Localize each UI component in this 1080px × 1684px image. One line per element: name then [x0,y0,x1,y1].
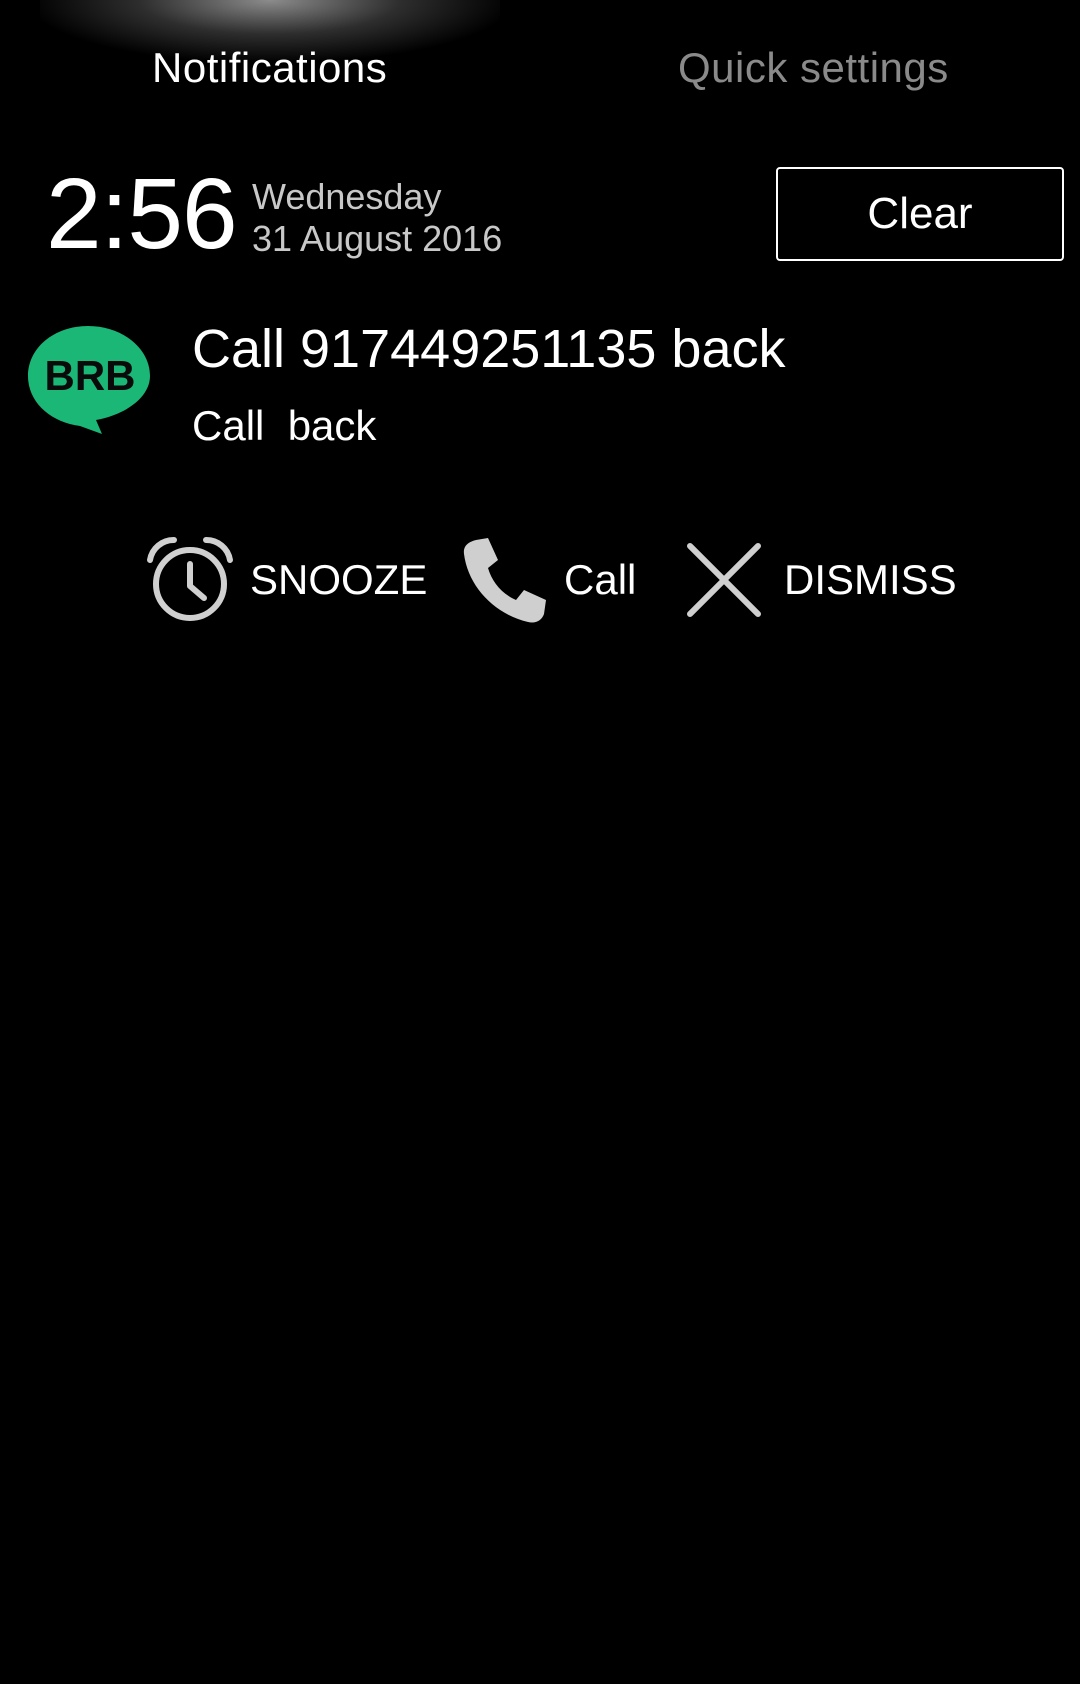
date-label: 31 August 2016 [252,218,503,259]
snooze-button[interactable]: SNOOZE [144,530,427,630]
brb-app-icon: BRB [28,326,150,434]
call-button[interactable]: Call [458,530,636,630]
dismiss-button[interactable]: DISMISS [678,530,957,630]
phone-icon [463,538,546,623]
call-label: Call [564,556,637,603]
notification-text: Call back [192,402,377,449]
panel-tabs: Notifications Quick settings [0,0,1080,150]
notification-title: Call 917449251135 back [192,319,786,379]
tab-quick-settings[interactable]: Quick settings [678,44,949,92]
clock-time: 2:56 [46,158,238,270]
notification-item[interactable]: BRB Call 917449251135 back Call back [0,300,1080,480]
tab-notifications[interactable]: Notifications [152,44,387,92]
close-icon [687,543,761,617]
clear-button[interactable]: Clear [776,167,1064,261]
dismiss-label: DISMISS [784,556,957,603]
date-block: Wednesday 31 August 2016 [252,176,502,260]
notification-actions: SNOOZE Call DISMISS [0,530,1080,630]
weekday-label: Wednesday [252,176,442,217]
snooze-label: SNOOZE [250,556,428,603]
alarm-clock-icon [147,536,233,621]
brb-logo-text: BRB [45,352,136,399]
